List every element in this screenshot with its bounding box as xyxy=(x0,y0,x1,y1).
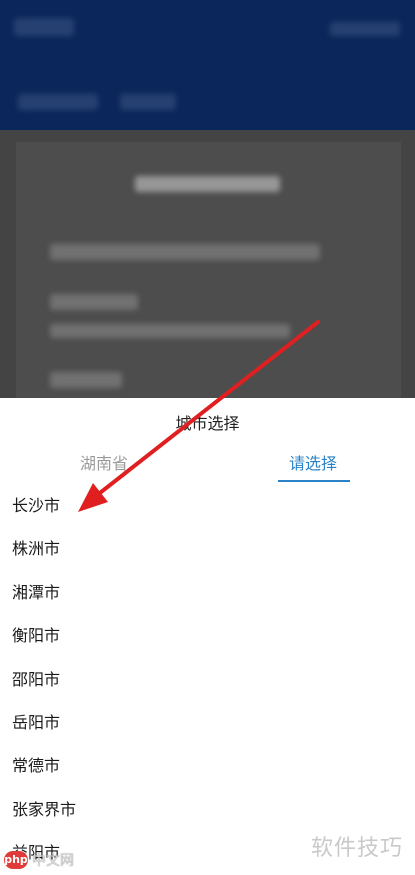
tab-province[interactable]: 湖南省 xyxy=(80,450,128,474)
city-item-changde[interactable]: 常德市 xyxy=(0,744,415,787)
active-tab-indicator xyxy=(278,480,350,482)
watermark-right: 软件技巧 xyxy=(310,836,403,861)
city-list: 长沙市 株洲市 湘潭市 衡阳市 邵阳市 岳阳市 常德市 张家界市 益阳市 xyxy=(0,484,415,875)
city-item-xiangtan[interactable]: 湘潭市 xyxy=(0,571,415,614)
watermark-left-text: 中文网 xyxy=(32,853,74,869)
city-item-changsha[interactable]: 长沙市 xyxy=(0,484,415,527)
city-item-yueyang[interactable]: 岳阳市 xyxy=(0,701,415,744)
city-item-shaoyang[interactable]: 邵阳市 xyxy=(0,658,415,701)
city-item-zhuzhou[interactable]: 株洲市 xyxy=(0,527,415,570)
tab-select-city[interactable]: 请选择 xyxy=(289,450,337,474)
city-item-hengyang[interactable]: 衡阳市 xyxy=(0,614,415,657)
sheet-title: 城市选择 xyxy=(175,414,240,433)
modal-scrim[interactable] xyxy=(0,0,415,398)
php-logo-icon: php xyxy=(4,851,28,869)
city-item-zhangjiajie[interactable]: 张家界市 xyxy=(0,788,415,831)
watermark-left: php 中文网 xyxy=(4,850,74,870)
background-app xyxy=(0,0,415,398)
city-picker-sheet: 城市选择 湖南省 请选择 长沙市 株洲市 湘潭市 衡阳市 邵阳市 岳阳市 常德市… xyxy=(0,398,415,874)
